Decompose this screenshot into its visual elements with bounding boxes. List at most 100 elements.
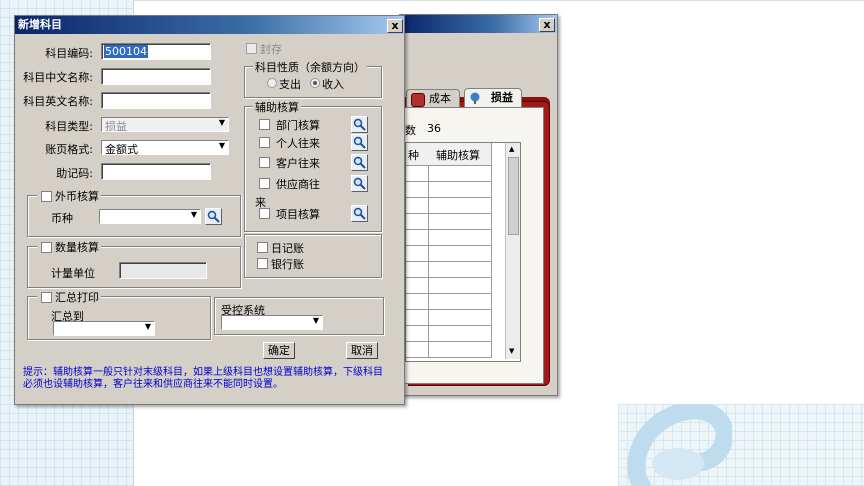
mnemonic-label: 助记码: [56, 167, 93, 180]
aux-search-button-2[interactable] [351, 154, 368, 171]
aux-checkbox-2[interactable] [259, 157, 270, 168]
format-label: 账页格式: [45, 143, 93, 156]
grid-cell[interactable] [406, 309, 429, 326]
grid-cell[interactable] [428, 197, 492, 214]
income-radio[interactable] [310, 78, 320, 88]
grid-cell[interactable] [406, 229, 429, 246]
currency-label: 币种 [51, 212, 73, 225]
grid-cell[interactable] [428, 277, 492, 294]
scroll-thumb[interactable] [508, 157, 519, 235]
ok-button-label: 确定 [268, 344, 290, 357]
format-select[interactable]: 金额式 ▼ [101, 140, 229, 156]
currency-select[interactable]: ▼ [99, 209, 201, 224]
foreign-currency-checkbox[interactable] [41, 191, 52, 202]
background-logo [627, 404, 732, 486]
grid-cell[interactable] [428, 261, 492, 278]
aux-search-button-4[interactable] [351, 205, 368, 222]
aux-label-2: 客户往来 [276, 157, 320, 170]
grid-cell[interactable] [406, 341, 429, 358]
unit-label: 计量单位 [51, 267, 95, 280]
account-list-close-button[interactable]: x [539, 18, 555, 32]
search-icon [207, 210, 220, 223]
aux-search-button-0[interactable] [351, 116, 368, 133]
controlled-chevron-down-icon: ▼ [312, 316, 319, 325]
summary-to-select[interactable]: ▼ [53, 321, 155, 336]
controlled-select[interactable]: ▼ [221, 315, 323, 330]
grid-cell[interactable] [428, 181, 492, 198]
tab-profit-loss[interactable]: 损益 [464, 88, 522, 108]
grid-cell[interactable] [428, 309, 492, 326]
aux-group-title: 辅助核算 [253, 99, 301, 115]
grid-cell[interactable] [406, 277, 429, 294]
type-select[interactable]: 损益 ▼ [101, 117, 229, 133]
grid-cell[interactable] [406, 181, 429, 198]
account-list-window: x 成本 损益 数 36 种 辅助核算 ▲ ▼ [399, 14, 558, 396]
seal-checkbox[interactable] [246, 43, 257, 54]
cn-name-label: 科目中文名称: [23, 71, 93, 84]
tab-cost[interactable]: 成本 [406, 89, 460, 108]
direction-group-title: 科目性质（余额方向） [253, 59, 367, 75]
quantity-group-title: 数量核算 [37, 239, 101, 255]
aux-checkbox-0[interactable] [259, 119, 270, 130]
grid-cell[interactable] [428, 325, 492, 342]
aux-label-4: 项目核算 [276, 208, 320, 221]
grid-cell[interactable] [428, 229, 492, 246]
ok-button[interactable]: 确定 [263, 342, 295, 359]
currency-search-button[interactable] [205, 208, 222, 225]
search-icon [353, 136, 366, 149]
account-book-page: 数 36 种 辅助核算 ▲ ▼ [404, 107, 544, 384]
mnemonic-input[interactable] [101, 163, 211, 180]
summary-checkbox[interactable] [41, 292, 52, 303]
seal-label: 封存 [260, 43, 282, 56]
grid-cell[interactable] [406, 213, 429, 230]
cancel-button-label: 取消 [351, 344, 373, 357]
grid-cell[interactable] [428, 165, 492, 182]
grid-cell[interactable] [428, 293, 492, 310]
grid-cell[interactable] [428, 213, 492, 230]
en-name-label: 科目英文名称: [23, 95, 93, 108]
tab-cost-label: 成本 [429, 92, 451, 105]
quantity-checkbox[interactable] [41, 242, 52, 253]
column-header-aux: 辅助核算 [428, 143, 492, 166]
column-header-currency-label: 种 [408, 149, 419, 162]
account-count-label: 数 [405, 124, 416, 137]
tab-profit-loss-label: 损益 [491, 91, 513, 104]
grid-cell[interactable] [406, 261, 429, 278]
cost-tab-icon [411, 93, 425, 107]
aux-checkbox-1[interactable] [259, 137, 270, 148]
grid-cell[interactable] [428, 245, 492, 262]
summary-to-chevron-down-icon: ▼ [144, 322, 151, 331]
aux-checkbox-4[interactable] [259, 208, 270, 219]
cancel-button[interactable]: 取消 [346, 342, 378, 359]
expense-radio[interactable] [267, 78, 277, 88]
type-label: 科目类型: [45, 120, 93, 133]
type-select-value: 损益 [105, 120, 127, 133]
hint-text: 提示：辅助核算一般只针对末级科目，如果上级科目也想设置辅助核算，下级科目必须也设… [23, 367, 383, 390]
profit-loss-tab-icon [469, 92, 481, 104]
aux-label-1: 个人往来 [276, 137, 320, 150]
grid-cell[interactable] [406, 197, 429, 214]
cn-name-input[interactable] [101, 68, 211, 85]
aux-search-button-1[interactable] [351, 134, 368, 151]
code-input[interactable]: 500104 [101, 43, 211, 60]
grid-cell[interactable] [406, 293, 429, 310]
dialog-titlebar: 新增科目 [15, 16, 404, 34]
grid-cell[interactable] [428, 341, 492, 358]
scroll-up-arrow-icon[interactable]: ▲ [509, 145, 514, 153]
grid-cell[interactable] [406, 325, 429, 342]
search-icon [353, 118, 366, 131]
aux-search-button-3[interactable] [351, 175, 368, 192]
new-account-dialog: 新增科目 x 科目编码: 500104 科目中文名称: 科目英文名称: 科目类型… [14, 15, 405, 405]
en-name-input[interactable] [101, 92, 211, 109]
bank-checkbox[interactable] [257, 258, 268, 269]
unit-input[interactable] [119, 262, 207, 279]
journal-group [244, 234, 382, 278]
grid-scrollbar[interactable]: ▲ ▼ [505, 143, 520, 359]
grid-cell[interactable] [406, 165, 429, 182]
code-input-value: 500104 [104, 45, 148, 58]
diary-checkbox[interactable] [257, 242, 268, 253]
aux-checkbox-3[interactable] [259, 178, 270, 189]
grid-cell[interactable] [406, 245, 429, 262]
scroll-down-arrow-icon[interactable]: ▼ [509, 347, 514, 355]
dialog-close-button[interactable]: x [387, 19, 403, 33]
